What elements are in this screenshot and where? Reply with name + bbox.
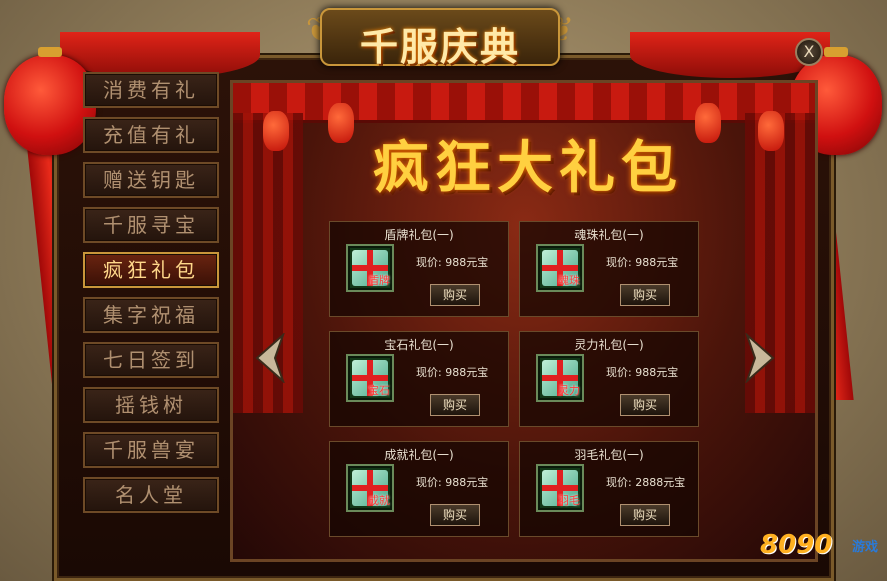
- next-page-button[interactable]: [744, 331, 775, 385]
- sidebar-item-crazy-packs[interactable]: 疯狂礼包: [83, 252, 219, 288]
- sidebar-item-treasure-hunt[interactable]: 千服寻宝: [83, 207, 219, 243]
- pack-tag: 魂珠: [558, 274, 580, 287]
- buy-button[interactable]: 购买: [430, 504, 480, 526]
- pack-price: 现价: 2888元宝: [606, 476, 686, 489]
- pack-name: 魂珠礼包(一): [574, 228, 644, 242]
- pack-price: 现价: 988元宝: [416, 366, 489, 379]
- sidebar-item-recharge-gift[interactable]: 充值有礼: [83, 117, 219, 153]
- crazy-packs-panel: 疯狂大礼包 盾牌礼包(一) 盾牌 现价: 988元宝 购买 魂珠礼包(一) 魂珠…: [230, 80, 818, 562]
- pack-name: 成就礼包(一): [384, 448, 454, 462]
- pack-name: 盾牌礼包(一): [384, 228, 454, 242]
- sidebar-item-hall-of-fame[interactable]: 名人堂: [83, 477, 219, 513]
- pack-name: 灵力礼包(一): [574, 338, 644, 352]
- gift-pack-card: 成就礼包(一) 成就 现价: 988元宝 购买: [329, 441, 509, 537]
- pack-item-slot[interactable]: 成就: [346, 464, 394, 512]
- sidebar-item-seven-day-checkin[interactable]: 七日签到: [83, 342, 219, 378]
- promo-banner: 疯狂大礼包: [373, 135, 683, 201]
- pack-tag: 宝石: [368, 384, 390, 397]
- title-bar: ❦ ❦ 千服庆典: [240, 0, 640, 75]
- pack-item-slot[interactable]: 羽毛: [536, 464, 584, 512]
- pack-item-slot[interactable]: 魂珠: [536, 244, 584, 292]
- window-title: 千服庆典: [359, 24, 520, 69]
- buy-button[interactable]: 购买: [620, 284, 670, 306]
- title-plaque: 千服庆典: [320, 8, 560, 69]
- stage-curtain-top: [233, 83, 815, 123]
- buy-button[interactable]: 购买: [430, 284, 480, 306]
- sidebar-menu: 消费有礼 充值有礼 赠送钥匙 千服寻宝 疯狂礼包 集字祝福 七日签到 摇钱树 千…: [83, 72, 221, 522]
- event-window-background: ❦ ❦ 千服庆典 X 消费有礼 充值有礼 赠送钥匙 千服寻宝 疯狂礼包 集字祝福…: [0, 0, 887, 581]
- pack-item-slot[interactable]: 宝石: [346, 354, 394, 402]
- gift-pack-card: 魂珠礼包(一) 魂珠 现价: 988元宝 购买: [519, 221, 699, 317]
- site-watermark: 8090 游戏: [760, 530, 885, 580]
- pack-tag: 灵力: [558, 384, 580, 397]
- close-icon: X: [803, 42, 815, 61]
- pack-item-slot[interactable]: 灵力: [536, 354, 584, 402]
- pack-price: 现价: 988元宝: [606, 256, 679, 269]
- gift-pack-card: 灵力礼包(一) 灵力 现价: 988元宝 购买: [519, 331, 699, 427]
- gift-pack-card: 羽毛礼包(一) 羽毛 现价: 2888元宝 购买: [519, 441, 699, 537]
- gift-pack-card: 盾牌礼包(一) 盾牌 现价: 988元宝 购买: [329, 221, 509, 317]
- lantern-icon: [758, 111, 784, 151]
- sidebar-item-beast-feast[interactable]: 千服兽宴: [83, 432, 219, 468]
- buy-button[interactable]: 购买: [430, 394, 480, 416]
- buy-button[interactable]: 购买: [620, 504, 670, 526]
- watermark-sub: 游戏: [852, 540, 879, 555]
- pack-price: 现价: 988元宝: [416, 476, 489, 489]
- prev-page-button[interactable]: [255, 331, 286, 385]
- pack-name: 宝石礼包(一): [384, 338, 454, 352]
- sidebar-item-consume-gift[interactable]: 消费有礼: [83, 72, 219, 108]
- sidebar-item-money-tree[interactable]: 摇钱树: [83, 387, 219, 423]
- pack-tag: 羽毛: [558, 494, 580, 507]
- pack-price: 现价: 988元宝: [606, 366, 679, 379]
- close-button[interactable]: X: [795, 38, 823, 66]
- pack-tag: 盾牌: [368, 274, 390, 287]
- sidebar-item-gift-keys[interactable]: 赠送钥匙: [83, 162, 219, 198]
- prev-arrow-icon: [255, 331, 286, 385]
- pack-name: 羽毛礼包(一): [574, 448, 644, 462]
- gift-pack-card: 宝石礼包(一) 宝石 现价: 988元宝 购买: [329, 331, 509, 427]
- sidebar-item-word-blessing[interactable]: 集字祝福: [83, 297, 219, 333]
- pack-item-slot[interactable]: 盾牌: [346, 244, 394, 292]
- next-arrow-icon: [744, 331, 775, 385]
- buy-button[interactable]: 购买: [620, 394, 670, 416]
- pack-price: 现价: 988元宝: [416, 256, 489, 269]
- watermark-main: 8090: [760, 530, 833, 560]
- pack-tag: 成就: [368, 494, 390, 507]
- lantern-icon: [263, 111, 289, 151]
